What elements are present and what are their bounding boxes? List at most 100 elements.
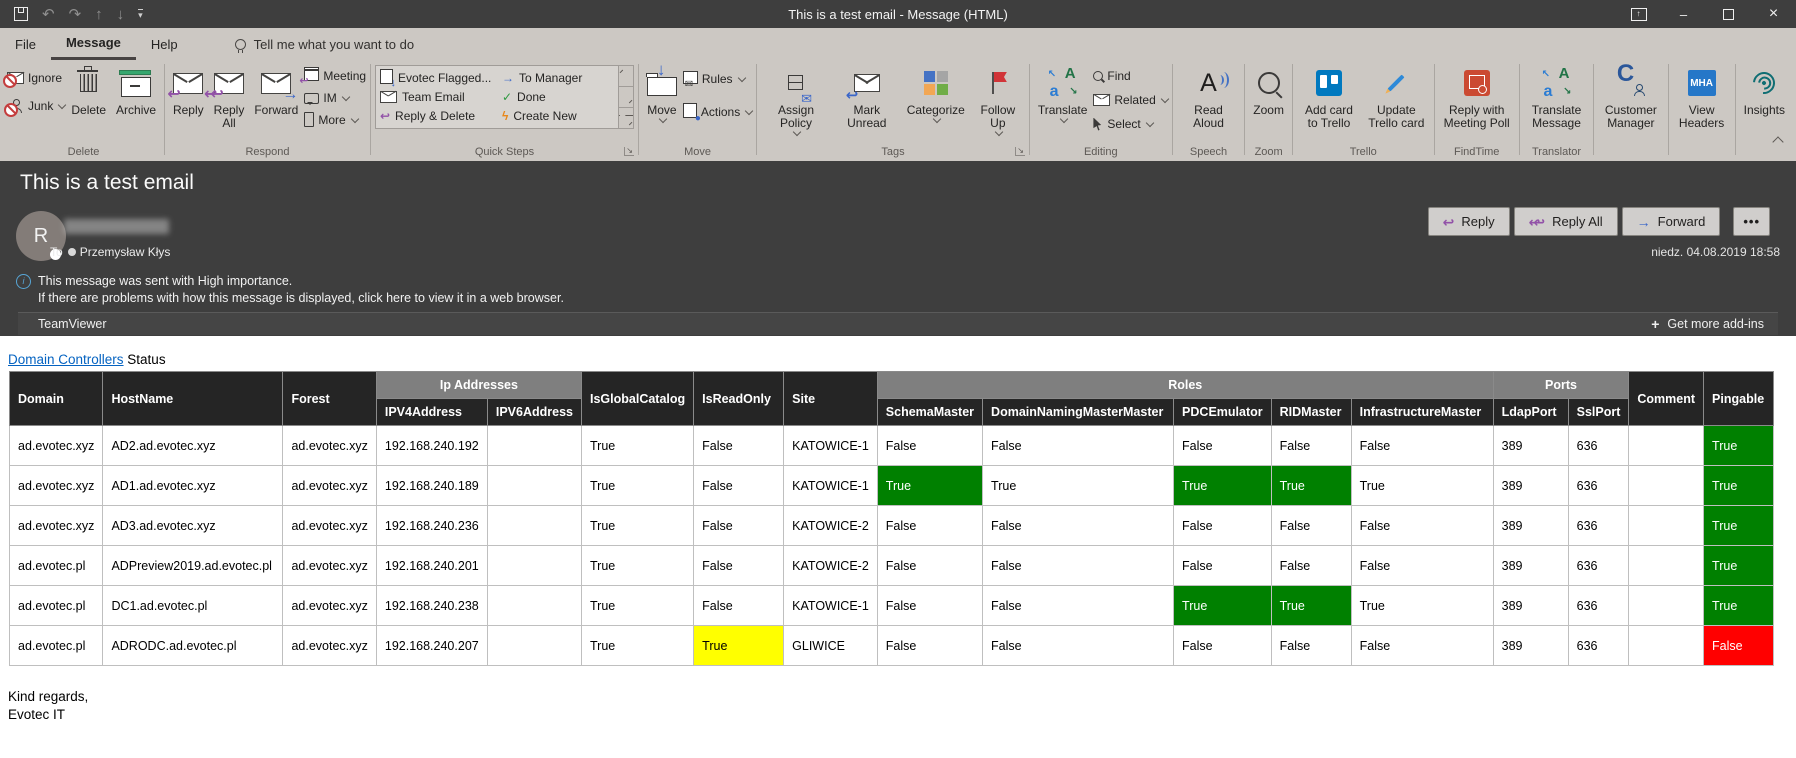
forward-button[interactable]: → Forward — [250, 63, 302, 119]
column-header-infrastructuremaster: InfrastructureMaster — [1351, 399, 1493, 426]
customer-manager-button[interactable]: C Customer Manager — [1598, 63, 1663, 132]
undo-icon[interactable]: ↶ — [42, 7, 55, 22]
table-cell: ad.evotec.xyz — [283, 506, 376, 546]
table-cell: True — [582, 466, 694, 506]
meeting-icon: ↩ — [304, 67, 319, 84]
info-line-web-browser[interactable]: If there are problems with how this mess… — [38, 290, 564, 307]
move-button[interactable]: ↓ Move — [643, 63, 681, 125]
minimize-button[interactable]: – — [1661, 0, 1706, 28]
move-arrow-icon: ↓ — [657, 61, 666, 78]
dialog-launcher-icon[interactable]: ↘ — [624, 147, 634, 156]
table-cell: 192.168.240.189 — [376, 466, 487, 506]
previous-item-icon[interactable]: ↑ — [95, 7, 103, 22]
table-cell: False — [694, 546, 784, 586]
gallery-more-button[interactable] — [619, 108, 633, 128]
quick-step-evotec-flagged[interactable]: ↓ Evotec Flagged... — [380, 68, 502, 87]
domain-controllers-link[interactable]: Domain Controllers — [8, 352, 124, 367]
table-cell: True — [1704, 426, 1774, 466]
find-button[interactable]: Find — [1093, 69, 1167, 83]
tab-file[interactable]: File — [0, 28, 51, 60]
categorize-button[interactable]: Categorize — [903, 63, 969, 125]
teamviewer-addin-button[interactable]: TeamViewer — [18, 317, 107, 331]
table-cell: ad.evotec.pl — [10, 546, 103, 586]
maximize-icon — [1723, 9, 1734, 20]
table-cell: True — [1704, 546, 1774, 586]
archive-button[interactable]: Archive — [112, 63, 160, 119]
quick-step-done[interactable]: ✓ Done — [502, 87, 620, 106]
table-cell: 192.168.240.238 — [376, 586, 487, 626]
ribbon-divider — [370, 64, 371, 155]
delete-button[interactable]: Delete — [67, 63, 110, 119]
forward-header-button[interactable]: →Forward — [1622, 207, 1721, 236]
table-cell: True — [877, 466, 982, 506]
reply-button[interactable]: ↩ Reply — [169, 63, 208, 119]
table-cell: False — [877, 626, 982, 666]
customize-qat-icon[interactable]: ▾ — [138, 9, 143, 19]
more-actions-button[interactable]: ••• — [1733, 207, 1770, 236]
dialog-launcher-icon[interactable]: ↘ — [1015, 147, 1025, 156]
table-cell: 389 — [1493, 426, 1568, 466]
follow-up-button[interactable]: Follow Up — [971, 63, 1025, 138]
quick-step-create-new[interactable]: ϟ Create New — [502, 106, 620, 125]
select-button[interactable]: Select — [1093, 117, 1167, 131]
ribbon-divider — [1172, 64, 1173, 155]
meeting-button[interactable]: ↩ Meeting — [304, 67, 366, 84]
more-respond-button[interactable]: More — [304, 112, 366, 127]
forward-arrow-icon: → — [282, 87, 298, 103]
close-button[interactable]: × — [1751, 0, 1796, 28]
update-trello-card-button[interactable]: Update Trello card — [1363, 63, 1430, 132]
table-cell: KATOWICE-2 — [784, 506, 878, 546]
quick-step-to-manager[interactable]: → To Manager — [502, 68, 620, 87]
add-card-to-trello-button[interactable]: Add card to Trello — [1297, 63, 1361, 132]
ribbon-display-options-button[interactable]: ↑ — [1616, 0, 1661, 28]
tab-message[interactable]: Message — [51, 28, 136, 60]
redo-icon[interactable]: ↷ — [69, 7, 82, 22]
group-label-move: Move — [643, 145, 752, 161]
reply-all-button[interactable]: ↩↩ Reply All — [210, 63, 249, 132]
tell-me-box[interactable]: Tell me what you want to do — [235, 28, 414, 60]
actions-button[interactable]: ● Actions — [683, 103, 752, 121]
chevron-down-icon — [1146, 119, 1154, 127]
ribbon-group-move: ↓ Move ✉ Rules ● Actions Move — [640, 60, 755, 161]
next-item-icon[interactable]: ↓ — [117, 7, 125, 22]
quick-step-reply-delete[interactable]: ↩ Reply & Delete — [380, 106, 502, 125]
get-more-addins-button[interactable]: Get more add-ins — [1651, 316, 1778, 332]
im-button[interactable]: IM — [304, 91, 366, 105]
reply-all-header-button[interactable]: ↩↩Reply All — [1514, 207, 1618, 236]
save-icon[interactable] — [14, 7, 28, 21]
table-cell: True — [1704, 586, 1774, 626]
tell-me-label: Tell me what you want to do — [254, 37, 414, 52]
zoom-button[interactable]: Zoom — [1249, 63, 1288, 119]
ignore-button[interactable]: Ignore — [7, 71, 65, 85]
rules-button[interactable]: ✉ Rules — [683, 71, 752, 87]
collapse-ribbon-button[interactable] — [1774, 133, 1782, 151]
translate-icon: ↖Aa↘ — [1050, 70, 1076, 96]
table-cell: ad.evotec.xyz — [283, 626, 376, 666]
read-aloud-button[interactable]: A Read Aloud — [1177, 63, 1241, 132]
table-cell: AD3.ad.evotec.xyz — [103, 506, 283, 546]
message-header: This is a test email R To Przemysław Kły… — [0, 161, 1796, 336]
related-button[interactable]: Related — [1093, 93, 1167, 107]
view-headers-button[interactable]: MHA View Headers — [1673, 63, 1731, 132]
mark-unread-button[interactable]: ↩ Mark Unread — [833, 63, 901, 132]
reply-with-meeting-poll-button[interactable]: Reply with Meeting Poll — [1439, 63, 1515, 132]
recipient-chip[interactable]: Przemysław Kłys — [68, 245, 171, 259]
insights-button[interactable]: Insights — [1740, 63, 1789, 119]
table-cell: False — [983, 586, 1174, 626]
translate-button[interactable]: ↖Aa↘ Translate — [1034, 63, 1092, 125]
reply-header-button[interactable]: ↩Reply — [1428, 207, 1510, 236]
scroll-up-button[interactable] — [619, 66, 633, 87]
ribbon-divider — [1519, 64, 1520, 155]
scroll-down-button[interactable] — [619, 87, 633, 108]
quick-step-team-email[interactable]: Team Email — [380, 87, 502, 106]
recipient-presence-icon — [68, 248, 76, 256]
table-cell: False — [1174, 546, 1272, 586]
table-cell: 636 — [1568, 506, 1629, 546]
maximize-button[interactable] — [1706, 0, 1751, 28]
assign-policy-button[interactable]: ✉ Assign Policy — [761, 63, 831, 138]
table-cell: ad.evotec.xyz — [283, 586, 376, 626]
junk-button[interactable]: Junk — [7, 99, 65, 113]
translate-message-button[interactable]: ↖Aa↘ Translate Message — [1524, 63, 1589, 132]
tab-help[interactable]: Help — [136, 28, 193, 60]
heading-status-text: Status — [124, 352, 166, 367]
